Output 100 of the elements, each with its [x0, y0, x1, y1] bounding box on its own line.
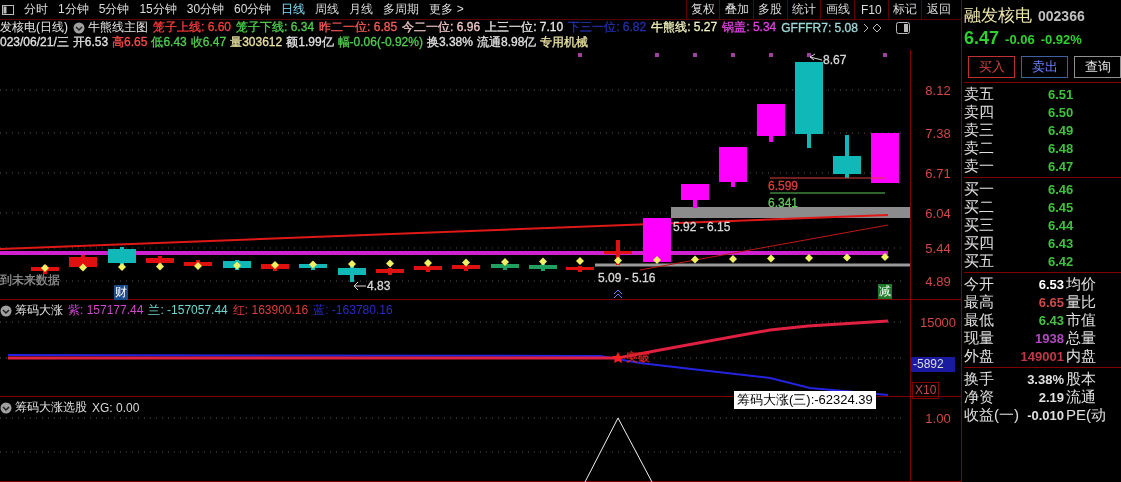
indicator-value: GFFFR7: 5.08: [781, 20, 858, 35]
quote-field: 换3.38%: [426, 34, 473, 51]
stat-value: 1938: [1034, 331, 1065, 346]
toolbar-button[interactable]: 画线: [820, 0, 854, 19]
order-level: 卖一: [964, 157, 995, 176]
indicator-name: 筹码大涨: [15, 302, 63, 319]
order-price: 6.45: [1048, 200, 1074, 215]
axis-label: 6.04: [924, 205, 952, 221]
indicator-name: 牛熊线主图: [88, 19, 148, 36]
toolbar-button[interactable]: 统计: [786, 0, 821, 19]
stat-label: 换手: [964, 370, 995, 389]
star-icon: [612, 352, 624, 363]
stat-label: 总量: [1066, 329, 1097, 348]
period-tab[interactable]: 周线: [310, 0, 345, 19]
indicator-value: 红: 163900.16: [232, 302, 309, 319]
candlestick: [376, 268, 404, 275]
diamond-marker: [501, 258, 509, 266]
indicator-value: 蓝: -163780.16: [313, 302, 393, 319]
event-badge: 财: [114, 285, 128, 300]
order-price: 6.44: [1048, 218, 1074, 233]
toolbar-button[interactable]: 复权: [685, 0, 720, 19]
diamond-marker: [233, 261, 241, 270]
candlestick: [108, 247, 136, 266]
chevron-up-icon: [613, 289, 623, 299]
toolbar-button[interactable]: 叠加: [719, 0, 753, 19]
period-tab[interactable]: 30分钟: [181, 0, 230, 19]
chevron-circle-icon: [0, 401, 12, 414]
axis-label: 5.44: [924, 240, 952, 256]
stat-value: 149001: [1019, 349, 1065, 364]
candlestick: [833, 135, 861, 178]
stat-value: 6.53: [1037, 277, 1065, 292]
trade-button[interactable]: 买入: [968, 56, 1015, 78]
order-price: 6.42: [1048, 254, 1074, 269]
period-tab[interactable]: 1分钟: [53, 0, 94, 19]
order-price: 6.50: [1048, 105, 1074, 120]
stat-label: 收益(一): [964, 406, 1019, 425]
diamond-marker: [539, 257, 547, 266]
stat-value: 2.19: [1037, 390, 1065, 405]
toolbar-button[interactable]: 多股: [752, 0, 787, 19]
candlestick: [338, 266, 366, 282]
period-tab[interactable]: 日线: [276, 0, 311, 19]
order-price: 6.49: [1048, 123, 1074, 138]
period-tab[interactable]: 更多 >: [424, 0, 469, 19]
period-tab[interactable]: 15分钟: [134, 0, 182, 19]
indicator-value: 笼子下线: 6.34: [236, 19, 315, 36]
arrow-icon: [809, 53, 823, 61]
candlestick: [681, 184, 709, 208]
stat-label: 最低: [964, 311, 995, 330]
price-annotation: 4.83: [367, 279, 391, 293]
quote-field: 开6.53: [72, 34, 109, 51]
trade-button[interactable]: 卖出: [1021, 56, 1068, 78]
price-annotation: 8.67: [823, 53, 847, 67]
candlestick: [452, 264, 480, 271]
order-price: 6.47: [1048, 159, 1074, 174]
period-tab[interactable]: 月线: [344, 0, 379, 19]
indicator-value: XG: 0.00: [92, 400, 140, 415]
chevron-circle-icon: [73, 21, 85, 34]
candlestick: [566, 266, 594, 272]
diamond-icon: [862, 21, 883, 34]
indicator-value: 紫: 157177.44: [68, 302, 144, 319]
diamond-marker: [41, 264, 49, 272]
diamond-marker: [881, 253, 889, 261]
price-annotation: 6.341: [768, 196, 799, 210]
diamond-marker: [805, 254, 813, 262]
quote-field: 高6.65: [112, 34, 148, 51]
axis-label: 1.00: [924, 410, 952, 426]
value-tooltip: 筹码大涨(三):-62324.39: [734, 391, 876, 409]
diamond-marker: [462, 258, 470, 267]
toolbar-button[interactable]: 标记: [887, 0, 922, 19]
diamond-marker: [843, 253, 851, 262]
indicator-value: 上三一位: 7.10: [485, 19, 564, 36]
candlestick: [643, 218, 671, 262]
period-tab[interactable]: 多周期: [378, 0, 425, 19]
diamond-marker: [614, 256, 622, 265]
order-price: 6.46: [1048, 182, 1074, 197]
candlestick: [491, 263, 519, 270]
period-tab[interactable]: 5分钟: [93, 0, 135, 19]
quote-field: 收6.47: [190, 34, 227, 51]
price-change: -0.06: [1005, 32, 1035, 47]
toolbar-button[interactable]: 返回: [921, 0, 955, 19]
quote-field: 额1.99亿: [286, 34, 334, 51]
indicator-value: 牛熊线: 5.27: [651, 19, 718, 36]
price-annotation: 5.92 - 6.15: [673, 220, 731, 234]
toolbar-button[interactable]: F10: [853, 0, 888, 19]
indicator-value: 兰: -157057.44: [148, 302, 228, 319]
trade-button[interactable]: 查询: [1074, 56, 1121, 78]
period-tab[interactable]: 60分钟: [229, 0, 277, 19]
stat-value: 6.65: [1037, 295, 1065, 310]
period-tab[interactable]: 分时: [19, 0, 53, 19]
diamond-marker: [424, 259, 432, 267]
stock-code: 002366: [1038, 8, 1085, 24]
order-level: 卖四: [964, 103, 995, 122]
stat-value: 6.43: [1037, 313, 1065, 328]
panel-icon: [895, 21, 910, 34]
candlestick: [69, 255, 97, 270]
stat-label: 量比: [1066, 293, 1097, 312]
indicator-value: 锅盖: 5.34: [722, 19, 777, 36]
chart-title: 发核电(日线): [0, 19, 68, 36]
order-price: 6.43: [1048, 236, 1074, 251]
chevron-circle-icon: [0, 304, 12, 317]
